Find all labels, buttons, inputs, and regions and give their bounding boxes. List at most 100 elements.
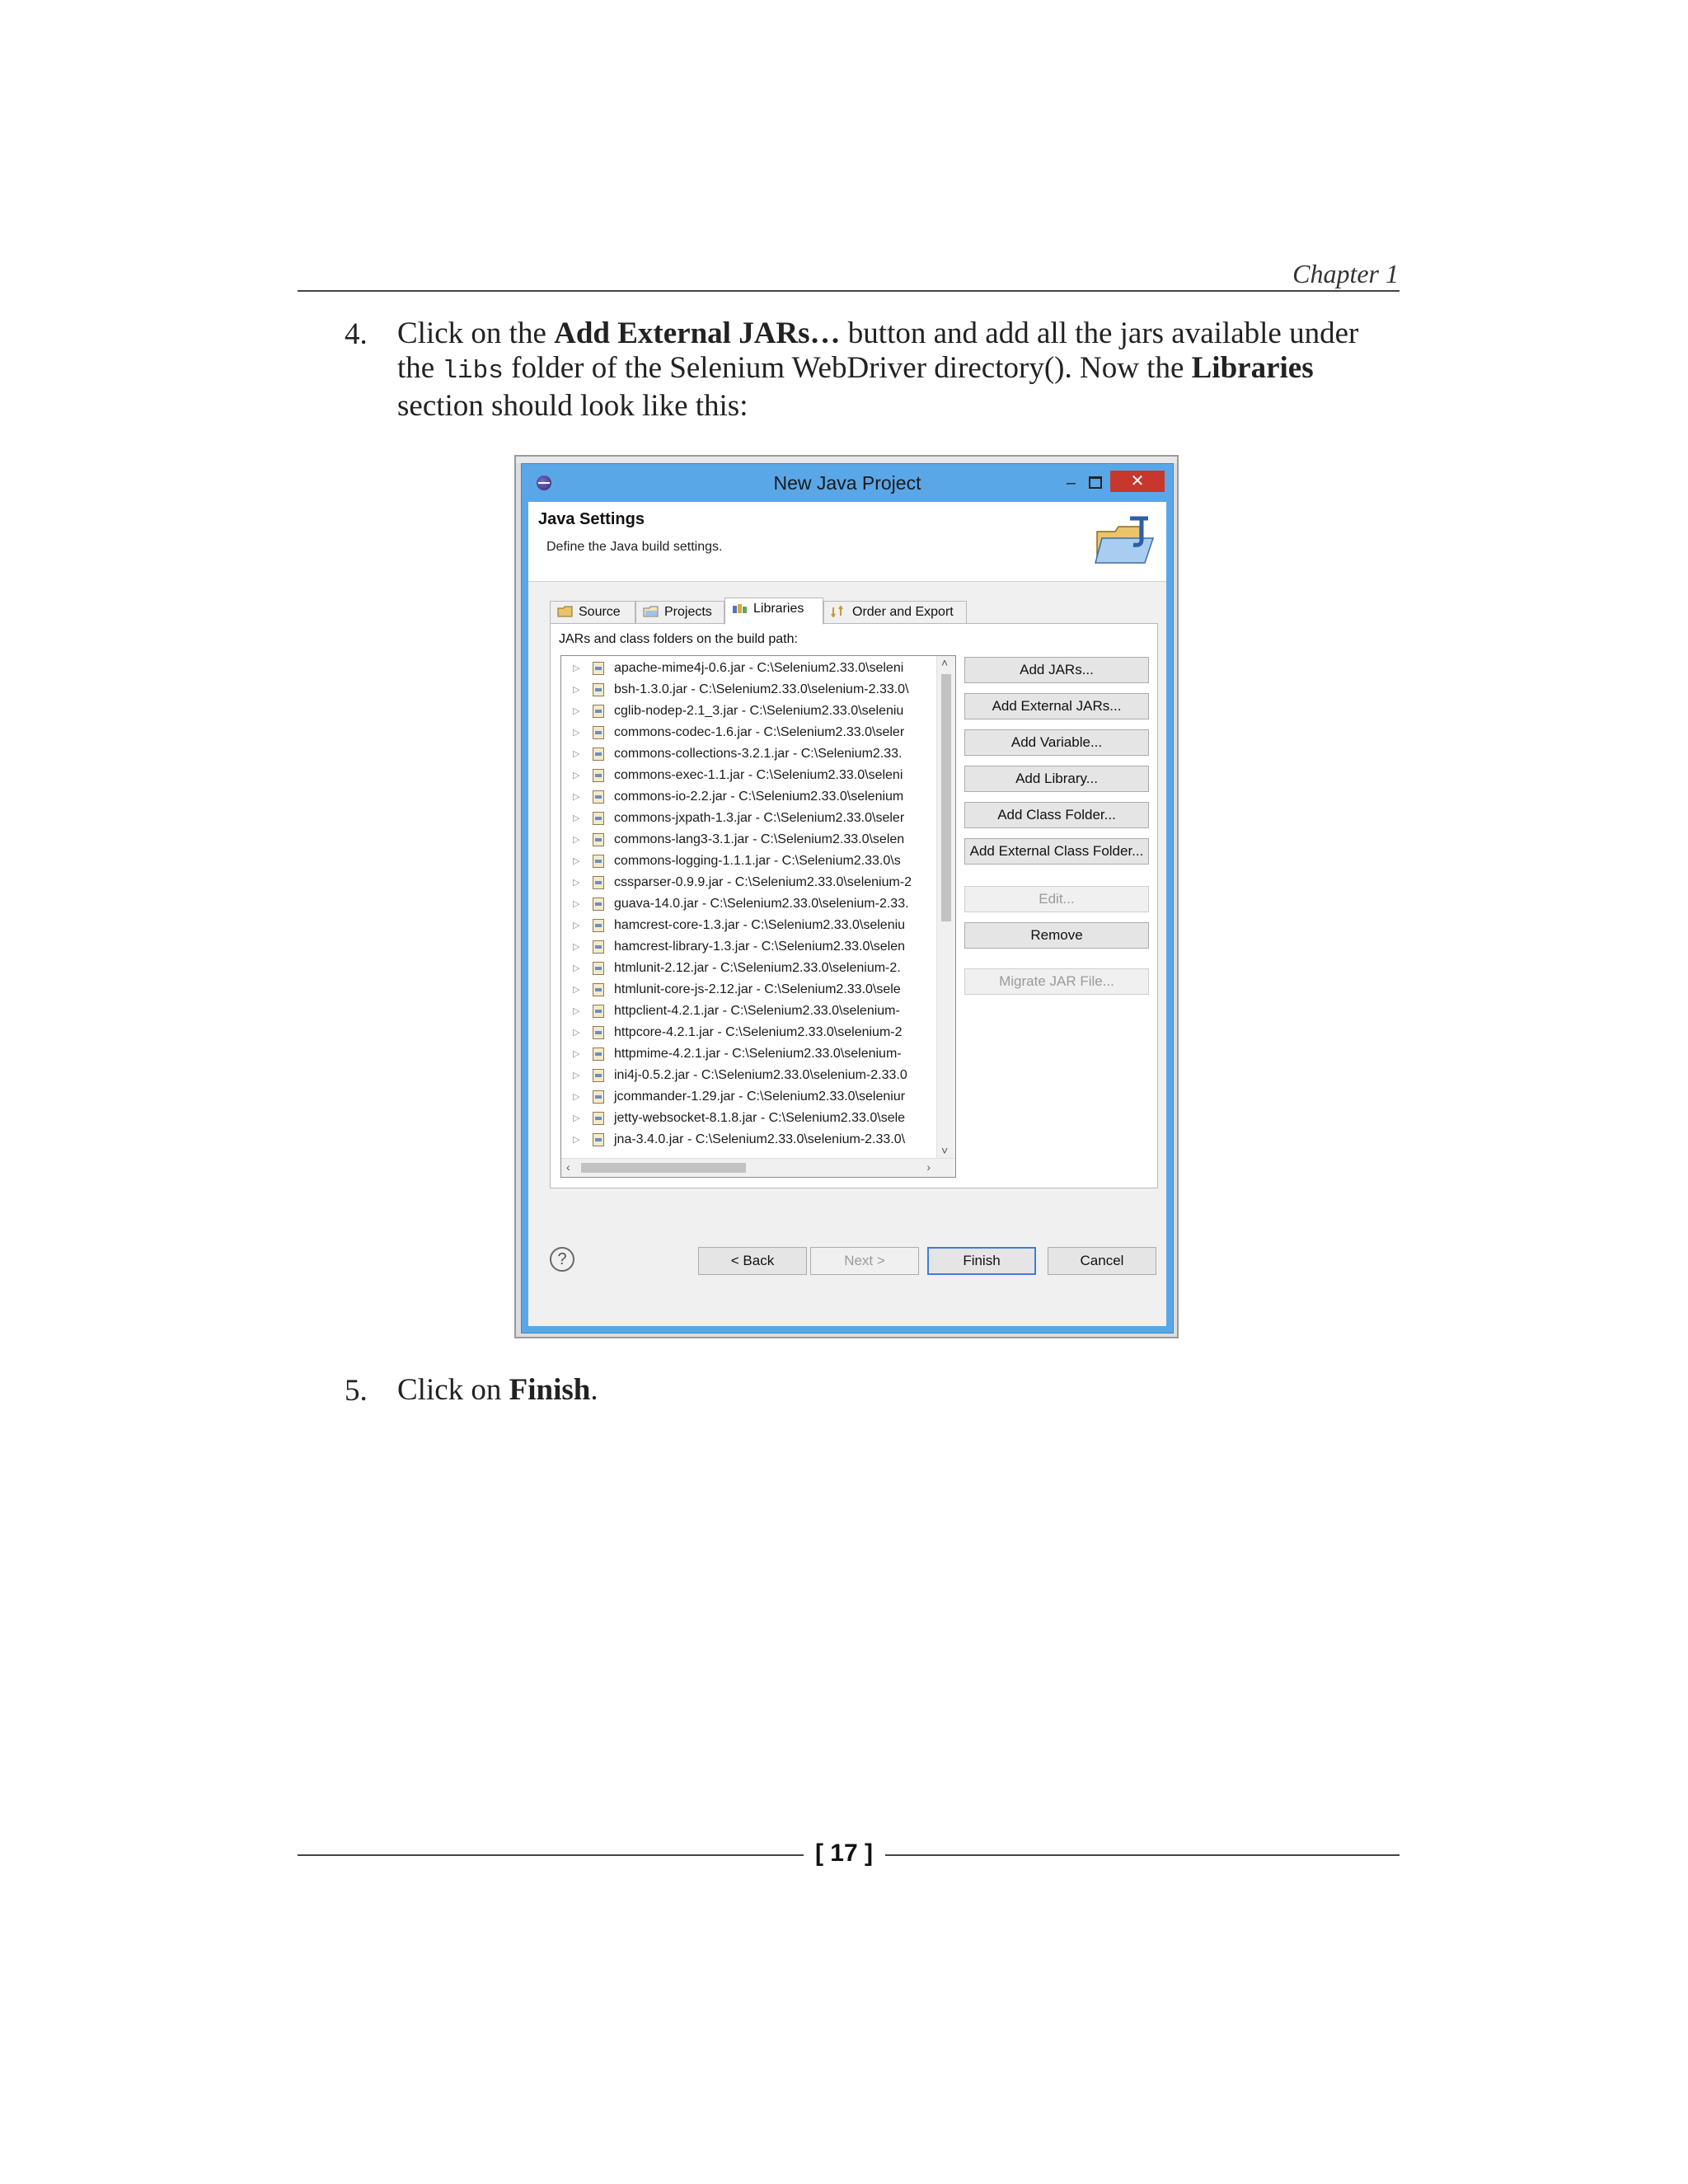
help-icon[interactable]: ?: [550, 1247, 574, 1272]
next-button[interactable]: Next >: [810, 1247, 919, 1275]
expand-arrow-icon[interactable]: ▷: [573, 786, 579, 808]
expand-arrow-icon[interactable]: ▷: [573, 893, 579, 915]
expand-arrow-icon[interactable]: ▷: [573, 1001, 579, 1022]
list-item[interactable]: ▷ hamcrest-library-1.3.jar - C:\Selenium2…: [561, 936, 937, 958]
order-export-icon: [831, 606, 843, 617]
jar-icon: [593, 1047, 604, 1061]
step-4-line-3: section should look like this:: [397, 389, 748, 423]
expand-arrow-icon[interactable]: ▷: [573, 851, 579, 872]
expand-arrow-icon[interactable]: ▷: [573, 1108, 579, 1129]
list-item[interactable]: ▷ commons-io-2.2.jar - C:\Selenium2.33.0\…: [561, 786, 937, 808]
back-button[interactable]: < Back: [698, 1247, 807, 1275]
expand-arrow-icon[interactable]: ▷: [573, 701, 579, 722]
add-external-class-folder-button[interactable]: Add External Class Folder...: [964, 838, 1149, 865]
list-item[interactable]: ▷ commons-codec-1.6.jar - C:\Selenium2.33…: [561, 722, 937, 743]
header-rule: [298, 290, 1400, 292]
list-item[interactable]: ▷ htmlunit-core-js-2.12.jar - C:\Selenium…: [561, 979, 937, 1001]
list-item[interactable]: ▷ httpclient-4.2.1.jar - C:\Selenium2.33.…: [561, 1001, 937, 1022]
list-item[interactable]: ▷ bsh-1.3.0.jar - C:\Selenium2.33.0\selen…: [561, 679, 937, 701]
scroll-up-icon[interactable]: ˄: [941, 656, 948, 669]
finish-button[interactable]: Finish: [927, 1247, 1036, 1275]
expand-arrow-icon[interactable]: ▷: [573, 808, 579, 829]
list-item[interactable]: ▷ commons-logging-1.1.1.jar - C:\Selenium…: [561, 851, 937, 872]
edit-button[interactable]: Edit...: [964, 886, 1149, 912]
add-external-jars-button[interactable]: Add External JARs...: [964, 693, 1149, 719]
vertical-scroll-thumb[interactable]: [941, 674, 951, 921]
list-item[interactable]: ▷ jcommander-1.29.jar - C:\Selenium2.33.0…: [561, 1086, 937, 1108]
dialog-body: Java Settings Define the Java build sett…: [528, 502, 1166, 1326]
jar-icon: [593, 962, 604, 975]
add-class-folder-button[interactable]: Add Class Folder...: [964, 802, 1149, 828]
list-item[interactable]: ▷ jna-3.4.0.jar - C:\Selenium2.33.0\selen…: [561, 1129, 937, 1151]
jar-list[interactable]: ▷ apache-mime4j-0.6.jar - C:\Selenium2.33…: [560, 655, 956, 1178]
list-item[interactable]: ▷ commons-exec-1.1.jar - C:\Selenium2.33.…: [561, 765, 937, 786]
close-button[interactable]: ✕: [1110, 471, 1165, 492]
add-external-jars-ref: Add External JARs…: [554, 316, 841, 350]
expand-arrow-icon[interactable]: ▷: [573, 743, 579, 765]
banner-subtitle: Define the Java build settings.: [546, 540, 723, 554]
add-jars-button[interactable]: Add JARs...: [964, 657, 1149, 683]
jar-icon: [593, 1112, 604, 1125]
remove-button[interactable]: Remove: [964, 922, 1149, 949]
list-item[interactable]: ▷ httpcore-4.2.1.jar - C:\Selenium2.33.0\…: [561, 1022, 937, 1043]
tab-projects[interactable]: Projects: [635, 601, 724, 624]
maximize-button[interactable]: [1089, 476, 1102, 489]
list-item[interactable]: ▷ guava-14.0.jar - C:\Selenium2.33.0\sele…: [561, 893, 937, 915]
expand-arrow-icon[interactable]: ▷: [573, 679, 579, 701]
expand-arrow-icon[interactable]: ▷: [573, 1043, 579, 1065]
libs-code: libs: [442, 357, 504, 386]
vertical-scrollbar[interactable]: ˄ ˅: [936, 656, 955, 1159]
list-item[interactable]: ▷ commons-jxpath-1.3.jar - C:\Selenium2.3…: [561, 808, 937, 829]
expand-arrow-icon[interactable]: ▷: [573, 1022, 579, 1043]
list-item[interactable]: ▷ cglib-nodep-2.1_3.jar - C:\Selenium2.33…: [561, 701, 937, 722]
expand-arrow-icon[interactable]: ▷: [573, 829, 579, 851]
minimize-button[interactable]: –: [1067, 474, 1076, 493]
settings-banner: Java Settings Define the Java build sett…: [528, 502, 1166, 582]
expand-arrow-icon[interactable]: ▷: [573, 915, 579, 936]
expand-arrow-icon[interactable]: ▷: [573, 1086, 579, 1108]
jar-icon: [593, 726, 604, 739]
jar-icon: [593, 1026, 604, 1039]
projects-icon: [643, 606, 659, 617]
expand-arrow-icon[interactable]: ▷: [573, 1129, 579, 1151]
list-item[interactable]: ▷ apache-mime4j-0.6.jar - C:\Selenium2.33…: [561, 658, 937, 679]
list-item[interactable]: ▷ htmlunit-2.12.jar - C:\Selenium2.33.0\s…: [561, 958, 937, 979]
scroll-down-icon[interactable]: ˅: [941, 1144, 948, 1157]
expand-arrow-icon[interactable]: ▷: [573, 872, 579, 893]
tab-order-and-export[interactable]: Order and Export: [823, 601, 967, 624]
libraries-panel: JARs and class folders on the build path…: [550, 623, 1158, 1188]
expand-arrow-icon[interactable]: ▷: [573, 722, 579, 743]
step-5-text: Click on Finish.: [397, 1373, 598, 1407]
horizontal-scroll-thumb[interactable]: [581, 1163, 746, 1173]
java-folder-icon: [1095, 516, 1155, 564]
build-path-label: JARs and class folders on the build path…: [559, 632, 798, 646]
scroll-left-icon[interactable]: ‹: [566, 1160, 570, 1174]
libraries-icon: [733, 604, 747, 613]
expand-arrow-icon[interactable]: ▷: [573, 958, 579, 979]
list-item[interactable]: ▷ jetty-websocket-8.1.8.jar - C:\Selenium…: [561, 1108, 937, 1129]
expand-arrow-icon[interactable]: ▷: [573, 1065, 579, 1086]
expand-arrow-icon[interactable]: ▷: [573, 936, 579, 958]
list-item[interactable]: ▷ commons-collections-3.2.1.jar - C:\Sele…: [561, 743, 937, 765]
expand-arrow-icon[interactable]: ▷: [573, 658, 579, 679]
new-java-project-screenshot: New Java Project – ✕ Java Settings Defin…: [514, 455, 1179, 1338]
add-library-button[interactable]: Add Library...: [964, 766, 1149, 792]
jar-icon: [593, 855, 604, 868]
list-item[interactable]: ▷ hamcrest-core-1.3.jar - C:\Selenium2.33…: [561, 915, 937, 936]
list-item[interactable]: ▷ ini4j-0.5.2.jar - C:\Selenium2.33.0\sel…: [561, 1065, 937, 1086]
tab-libraries[interactable]: Libraries: [724, 598, 823, 625]
add-variable-button[interactable]: Add Variable...: [964, 729, 1149, 756]
cancel-button[interactable]: Cancel: [1048, 1247, 1156, 1275]
migrate-jar-button[interactable]: Migrate JAR File...: [964, 968, 1149, 995]
list-item[interactable]: ▷ cssparser-0.9.9.jar - C:\Selenium2.33.0…: [561, 872, 937, 893]
expand-arrow-icon[interactable]: ▷: [573, 765, 579, 786]
scroll-right-icon[interactable]: ›: [926, 1160, 931, 1174]
expand-arrow-icon[interactable]: ▷: [573, 979, 579, 1001]
list-item[interactable]: ▷ commons-lang3-3.1.jar - C:\Selenium2.33…: [561, 829, 937, 851]
horizontal-scrollbar[interactable]: ‹ ›: [561, 1158, 955, 1177]
list-item[interactable]: ▷ httpmime-4.2.1.jar - C:\Selenium2.33.0\…: [561, 1043, 937, 1065]
new-java-project-dialog: New Java Project – ✕ Java Settings Defin…: [521, 463, 1174, 1333]
jar-icon: [593, 1090, 604, 1104]
jar-icon: [593, 748, 604, 761]
tab-source[interactable]: Source: [550, 601, 635, 624]
